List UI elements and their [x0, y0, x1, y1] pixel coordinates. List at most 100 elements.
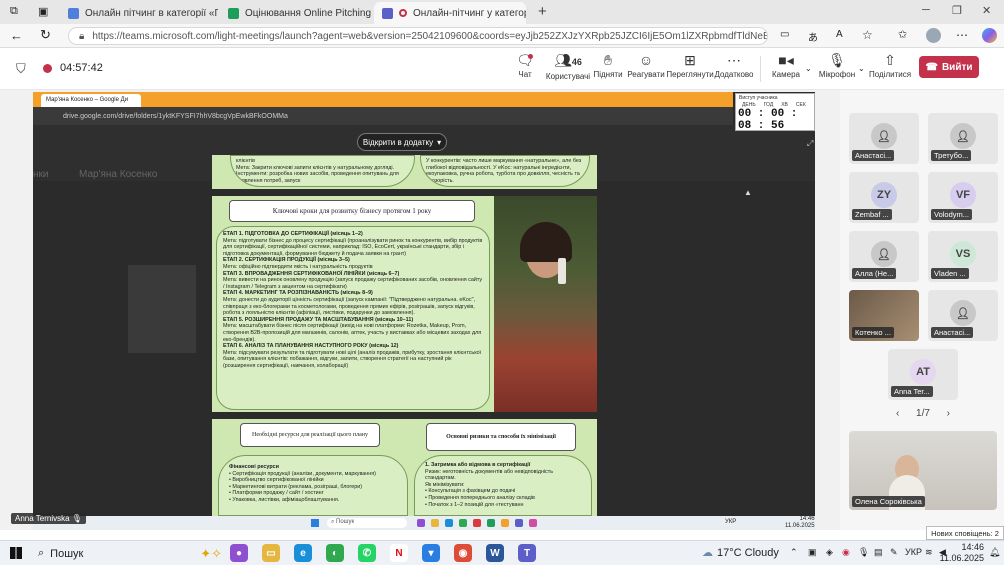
new-tab-icon[interactable]: + [538, 3, 547, 20]
browser-tab-strip: ⧉ ▣ Онлайн пітчинг в категорії «По» ✕ Оц… [0, 0, 1004, 24]
tray-pen-icon[interactable]: ✎ [890, 547, 898, 558]
more-button[interactable]: ⋯ Додатково [714, 52, 754, 79]
shield-icon[interactable]: ⛉ [16, 61, 26, 77]
windows-start-icon[interactable] [10, 547, 22, 559]
react-button[interactable]: ☺ Реагувати [626, 52, 666, 79]
keyboard-language[interactable]: УКР [905, 547, 922, 557]
next-page-icon[interactable]: › [947, 408, 950, 419]
participant-name: Котенко ... [852, 327, 894, 338]
browser-tab-2[interactable]: Оцінювання Online Pitching - Go ✕ [220, 2, 372, 24]
tray-printer-icon[interactable]: ▤ [874, 547, 883, 558]
participant-tile[interactable]: VF Volodym... [928, 172, 998, 223]
inner-lang: УКР [725, 519, 737, 525]
tray-app-icon[interactable]: ◉ [842, 547, 850, 558]
prev-page-icon[interactable]: ‹ [896, 408, 899, 419]
favorites-icon[interactable]: ✩ [898, 28, 907, 41]
participant-tile[interactable]: ZY Zembaf ... [849, 172, 919, 223]
whatsapp-icon[interactable]: ✆ [358, 544, 376, 562]
microphone-button[interactable]: 🎙︎ Мікрофон [815, 52, 859, 79]
step-heading: ЕТАП 3. ВПРОВАДЖЕННЯ СЕРТИФІКОВАНОЇ ЛІНІ… [223, 270, 400, 277]
word-icon[interactable]: W [486, 544, 504, 562]
minimize-icon[interactable]: ─ [922, 4, 930, 16]
url-text: https://teams.microsoft.com/light-meetin… [92, 30, 768, 42]
mic-label: Мікрофон [818, 70, 856, 79]
chat-button[interactable]: 🗨︎ Чат [505, 52, 545, 79]
inner-app-icon [529, 519, 537, 527]
notifications-toast[interactable]: Нових сповіщень: 2 [926, 526, 1004, 540]
tab-actions-icon[interactable]: ▣ [38, 5, 48, 18]
self-view-name: Олена Сороківська [852, 496, 925, 507]
copilot-icon[interactable] [982, 28, 997, 43]
camera-button[interactable]: ■◂ Камера [766, 52, 806, 79]
taskbar-app-icon[interactable]: ◐ [326, 544, 344, 562]
photo-hair [520, 222, 572, 262]
teams-taskbar-icon[interactable]: T [518, 544, 536, 562]
participant-tile[interactable]: VS Vladen ... [928, 231, 998, 282]
tray-mic-icon[interactable]: 🎙︎ [858, 547, 869, 558]
weather-text: 17°C Cloudy [717, 546, 779, 559]
clock[interactable]: 14:46 11.06.2025 [930, 542, 984, 564]
workspaces-icon[interactable]: ⧉ [10, 5, 18, 18]
refresh-icon[interactable]: ↻ [40, 27, 51, 43]
step-text: Мета: підготувати бізнес до процесу серт… [223, 237, 483, 257]
leave-button[interactable]: ☎︎ Вийти [919, 56, 979, 78]
tab-title: Онлайн-пітчинг у категорі [413, 7, 526, 19]
taskbar-app-icon[interactable]: ▾ [422, 544, 440, 562]
people-button[interactable]: 👥︎46 Користувачі [545, 52, 591, 81]
resource-item: Упаковка, листівки, афіміацоблаштування. [232, 496, 340, 503]
tray-chevron-icon[interactable]: ⌃ [790, 547, 798, 558]
resources-heading: Фінансові ресурси [229, 464, 279, 470]
url-field[interactable]: 🔒︎ https://teams.microsoft.com/light-mee… [68, 27, 768, 45]
notification-bell-icon[interactable]: 🔔︎ [989, 547, 1000, 558]
back-icon[interactable]: ← [10, 28, 23, 43]
view-button[interactable]: ⊞ Переглянути [666, 52, 713, 79]
participant-tile[interactable]: 👤︎ Третубо... [928, 113, 998, 164]
tray-app-icon[interactable]: ▣ [808, 547, 817, 558]
risk-item: Проведення попереднього аналізу складів [428, 494, 535, 501]
participant-tile[interactable]: 👤︎ Алла (Не... [849, 231, 919, 282]
chat-label: Чат [518, 70, 532, 79]
favorite-star-icon[interactable]: ☆ [862, 28, 873, 42]
more-menu-icon[interactable]: ⋯ [956, 28, 968, 42]
step-heading: ЕТАП 1. ПІДГОТОВКА ДО СЕРТИФІКАЦІЇ (міся… [223, 231, 363, 237]
leave-label: Вийти [941, 61, 973, 73]
share-button[interactable]: ⇧ Поділитися [869, 52, 911, 79]
person-silhouette-icon: 👤︎ [871, 123, 897, 149]
app-available-icon[interactable]: ▭ [780, 29, 789, 40]
maximize-icon[interactable]: ❐ [952, 4, 962, 17]
translate-icon[interactable]: あ [808, 29, 818, 44]
participant-tile[interactable]: AT Anna Ter... [888, 349, 958, 400]
close-window-icon[interactable]: ✕ [982, 4, 991, 17]
participant-name: Zembaf ... [852, 209, 892, 220]
teams-favicon-icon [382, 7, 393, 19]
resource-item: Платформи продажу / сайт / хостинг [232, 490, 324, 497]
read-aloud-icon[interactable]: A [836, 29, 843, 40]
clock-date: 11.06.2025 [939, 553, 984, 563]
self-view-tile[interactable]: Олена Сороківська [849, 431, 997, 510]
timer-value: 00 : 00 : 08 : 56 [738, 108, 798, 132]
doc-steps-section: Ключові кроки для розвитку бізнесу протя… [212, 196, 494, 412]
taskbar-search[interactable]: ⌕ Пошук ✦✧ [32, 544, 222, 563]
camera-options-chevron-icon[interactable]: ⌄ [805, 64, 812, 73]
tray-app-icon[interactable]: ◈ [826, 547, 833, 558]
weather-widget[interactable]: ☁ 17°C Cloudy [702, 546, 779, 560]
browser-tab-3-active[interactable]: Онлайн-пітчинг у категорі ✕ [374, 2, 526, 24]
tab-title: Онлайн пітчинг в категорії «По» [85, 7, 218, 19]
browser-tab-1[interactable]: Онлайн пітчинг в категорії «По» ✕ [60, 2, 218, 24]
netflix-icon[interactable]: N [390, 544, 408, 562]
file-explorer-icon[interactable]: ▭ [262, 544, 280, 562]
taskbar-app-icon[interactable]: ● [230, 544, 248, 562]
raise-hand-button[interactable]: ✋︎ Підняти [588, 52, 628, 79]
mic-options-chevron-icon[interactable]: ⌄ [858, 64, 865, 73]
edge-browser-icon[interactable]: e [294, 544, 312, 562]
more-icon: ⋯ [727, 52, 741, 68]
participant-tile[interactable]: 👤︎ Анастасі... [849, 113, 919, 164]
camera-icon: ■◂ [778, 52, 794, 68]
profile-avatar[interactable] [926, 28, 941, 43]
participant-tile[interactable]: Котенко ... [849, 290, 919, 341]
participant-tile[interactable]: 👤︎ Анастасі... [928, 290, 998, 341]
ghost-drive-prefix: нки [33, 169, 49, 180]
chrome-icon[interactable]: ◉ [454, 544, 472, 562]
timer-label: Виступ учасника [739, 95, 778, 101]
share-screen-icon: ⇧ [884, 52, 896, 68]
